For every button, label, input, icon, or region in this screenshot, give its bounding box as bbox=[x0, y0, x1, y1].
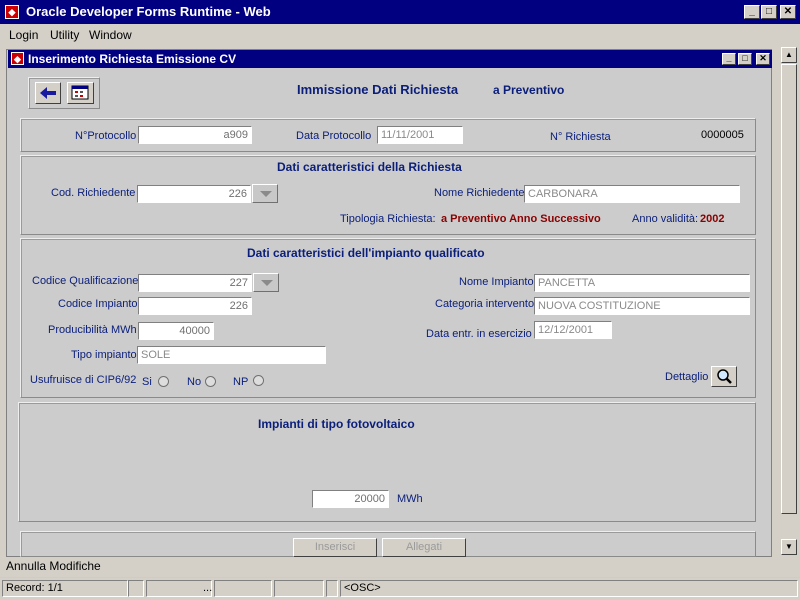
protocol-number-label: N°Protocollo bbox=[75, 130, 137, 142]
attachments-button[interactable]: Allegati bbox=[382, 538, 466, 557]
back-button[interactable] bbox=[35, 82, 61, 104]
menu-window[interactable]: Window bbox=[89, 28, 132, 42]
photovoltaic-value-field[interactable]: 20000 bbox=[312, 490, 389, 508]
scroll-down-button[interactable]: ▼ bbox=[781, 539, 797, 555]
service-date-label: Data entr. in esercizio bbox=[426, 328, 532, 340]
menu-login[interactable]: Login bbox=[9, 28, 38, 42]
form-maximize-button[interactable]: □ bbox=[738, 53, 752, 65]
protocol-date-label: Data Protocollo bbox=[296, 130, 372, 142]
maximize-button[interactable]: □ bbox=[761, 5, 777, 19]
window-titlebar: ◆ Oracle Developer Forms Runtime - Web _… bbox=[0, 0, 800, 24]
form-titlebar: ◆ Inserimento Richiesta Emissione CV _ □… bbox=[8, 50, 772, 68]
scroll-up-button[interactable]: ▲ bbox=[781, 47, 797, 63]
requester-name-field[interactable]: CARBONARA bbox=[524, 185, 740, 203]
window-title: Oracle Developer Forms Runtime - Web bbox=[26, 4, 271, 19]
requester-name-label: Nome Richiedente bbox=[434, 187, 525, 199]
form-title: Inserimento Richiesta Emissione CV bbox=[28, 52, 237, 66]
status-cell-2 bbox=[128, 580, 144, 597]
status-cell-6 bbox=[326, 580, 338, 597]
cip-label: Usufruisce di CIP6/92 bbox=[30, 374, 137, 386]
status-cell-4 bbox=[214, 580, 272, 597]
form-icon: ◆ bbox=[11, 52, 24, 65]
request-type-label: Tipologia Richiesta: bbox=[340, 213, 436, 225]
producibility-label: Producibilità MWh bbox=[48, 324, 137, 336]
requester-code-field[interactable]: 226 bbox=[137, 185, 251, 203]
requester-code-label: Cod. Richiedente bbox=[51, 187, 136, 199]
request-type-value: a Preventivo Anno Successivo bbox=[441, 213, 601, 225]
validity-year-value: 2002 bbox=[700, 213, 725, 225]
form-minimize-button[interactable]: _ bbox=[722, 53, 736, 65]
record-indicator: Record: 1/1 bbox=[2, 580, 128, 597]
intervention-category-field[interactable]: NUOVA COSTITUZIONE bbox=[534, 297, 750, 315]
page-subtitle: a Preventivo bbox=[493, 83, 565, 97]
app-icon: ◆ bbox=[5, 5, 19, 19]
plant-heading: Dati caratteristici dell'impianto qualif… bbox=[247, 246, 485, 260]
request-number-label: N° Richiesta bbox=[550, 131, 611, 143]
calendar-button[interactable] bbox=[67, 82, 94, 104]
status-cell-dots: ... bbox=[146, 580, 212, 597]
request-number-value: 0000005 bbox=[701, 129, 744, 141]
photovoltaic-heading: Impianti di tipo fotovoltaico bbox=[258, 417, 415, 431]
qualification-code-field[interactable]: 227 bbox=[138, 274, 252, 292]
plant-name-label: Nome Impianto bbox=[459, 276, 534, 288]
radio-si-label: Si bbox=[142, 376, 152, 388]
validity-year-label: Anno validità: bbox=[632, 213, 699, 225]
radio-np-label: NP bbox=[233, 376, 249, 388]
back-arrow-icon bbox=[40, 87, 56, 99]
detail-button[interactable] bbox=[711, 366, 737, 387]
plant-type-label: Tipo impianto bbox=[71, 349, 137, 361]
request-heading: Dati caratteristici della Richiesta bbox=[277, 160, 462, 174]
photovoltaic-unit: MWh bbox=[397, 493, 423, 505]
detail-label: Dettaglio bbox=[665, 371, 709, 383]
plant-name-field[interactable]: PANCETTA bbox=[534, 274, 750, 292]
message-bar: Annulla Modifiche bbox=[0, 557, 800, 577]
qualification-code-dropdown[interactable] bbox=[253, 273, 279, 292]
close-button[interactable]: ✕ bbox=[780, 5, 796, 19]
page-title: Immissione Dati Richiesta bbox=[297, 82, 459, 97]
status-message: Annulla Modifiche bbox=[6, 559, 101, 573]
status-cell-5 bbox=[274, 580, 324, 597]
qualification-code-label: Codice Qualificazione bbox=[32, 275, 139, 287]
minimize-button[interactable]: _ bbox=[744, 5, 760, 19]
form-close-button[interactable]: ✕ bbox=[756, 53, 770, 65]
menu-utility[interactable]: Utility bbox=[50, 28, 79, 42]
intervention-category-label: Categoria intervento bbox=[435, 298, 535, 310]
status-bar: Record: 1/1 ... <OSC> bbox=[0, 578, 800, 600]
calendar-icon bbox=[71, 85, 89, 100]
menu-bar: Login Utility Window bbox=[0, 24, 800, 46]
protocol-number-field[interactable]: a909 bbox=[138, 126, 252, 144]
scroll-thumb[interactable] bbox=[781, 64, 797, 514]
producibility-field[interactable]: 40000 bbox=[138, 322, 214, 340]
magnifier-icon bbox=[717, 369, 732, 384]
plant-code-label: Codice Impianto bbox=[58, 298, 138, 310]
radio-si[interactable] bbox=[158, 376, 169, 387]
protocol-date-field[interactable]: 11/11/2001 bbox=[377, 126, 463, 144]
insert-button[interactable]: Inserisci bbox=[293, 538, 377, 557]
radio-no[interactable] bbox=[205, 376, 216, 387]
requester-code-dropdown[interactable] bbox=[252, 184, 278, 203]
radio-np[interactable] bbox=[253, 375, 264, 386]
radio-no-label: No bbox=[187, 376, 202, 388]
osc-indicator: <OSC> bbox=[340, 580, 798, 597]
plant-code-field[interactable]: 226 bbox=[138, 297, 252, 315]
plant-type-field[interactable]: SOLE bbox=[137, 346, 326, 364]
service-date-field[interactable]: 12/12/2001 bbox=[534, 321, 612, 339]
